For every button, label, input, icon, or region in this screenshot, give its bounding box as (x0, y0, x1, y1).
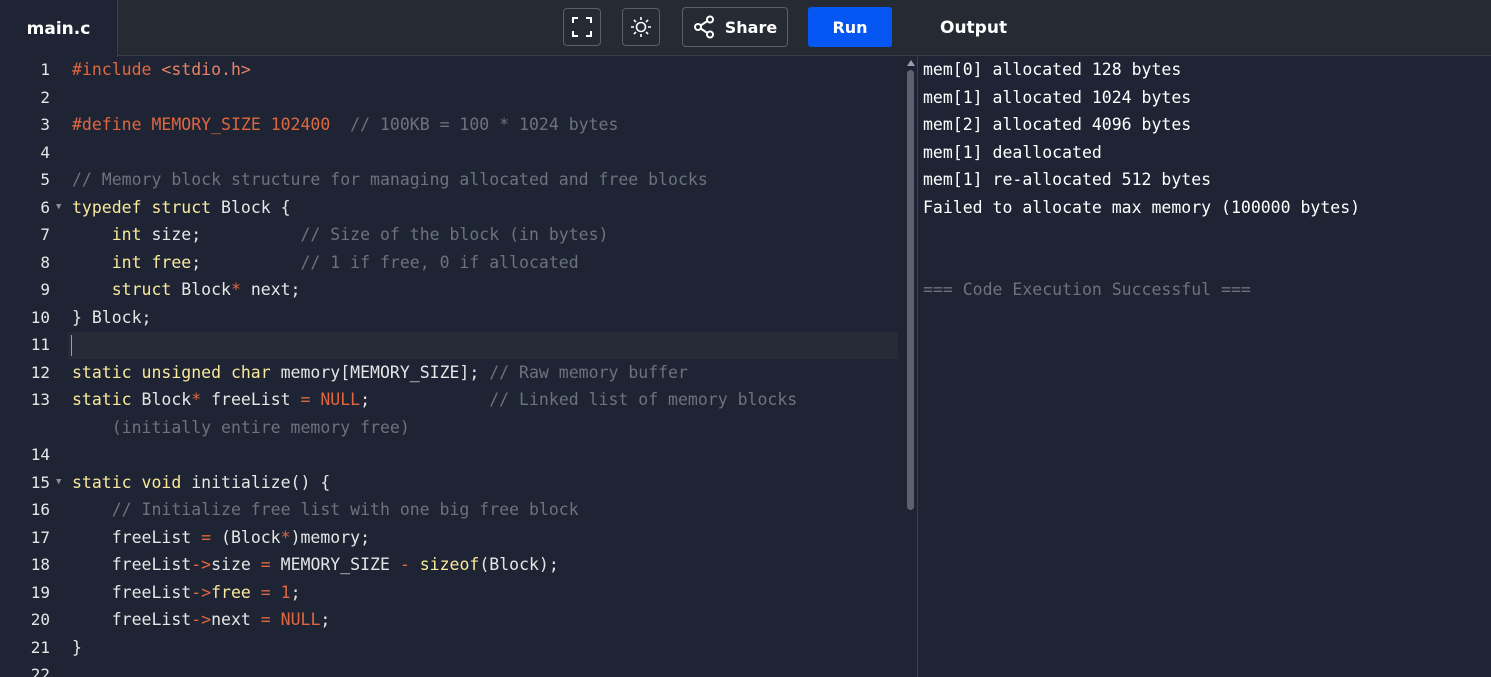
code-line: typedef struct Block { (72, 197, 291, 217)
fullscreen-button[interactable] (563, 8, 601, 46)
fold-arrow-icon[interactable]: ▼ (56, 469, 61, 496)
line-number: 2 (40, 87, 50, 107)
line-number: 15 (30, 472, 50, 492)
run-label: Run (832, 17, 868, 37)
output-line: mem[1] allocated 1024 bytes (923, 87, 1192, 107)
line-number: 10 (30, 307, 50, 327)
line-number: 7 (40, 225, 50, 244)
code-line: int free; // 1 if free, 0 if allocated (72, 252, 579, 272)
code-line: } (72, 637, 82, 657)
code-line: freeList->next = NULL; (72, 610, 331, 629)
scrollbar-thumb[interactable] (907, 70, 914, 510)
code-line: #include <stdio.h> (72, 60, 251, 79)
code-line: } Block; (72, 307, 152, 327)
file-tab-label: main.c (26, 18, 91, 39)
code-editor[interactable]: 1 2 3 4 5 6 7 8 9 10 11 12 13 14 15 16 1… (0, 56, 917, 677)
output-line: mem[0] allocated 128 bytes (923, 60, 1182, 79)
sun-icon (631, 17, 651, 37)
text-cursor (71, 335, 72, 356)
share-label: Share (724, 17, 778, 37)
top-toolbar: main.c Share Run Output (0, 0, 1491, 57)
line-number: 13 (30, 390, 50, 409)
code-line-wrap: (initially entire memory free) (72, 417, 410, 437)
execution-status: === Code Execution Successful === (923, 280, 1251, 299)
code-line: static unsigned char memory[MEMORY_SIZE]… (72, 362, 688, 382)
output-line: mem[2] allocated 4096 bytes (923, 115, 1192, 134)
panel-divider[interactable] (917, 56, 918, 677)
share-icon (693, 15, 714, 39)
line-number: 12 (30, 362, 50, 382)
output-title: Output (940, 18, 1008, 38)
line-number: 19 (30, 582, 50, 602)
code-line: static Block* freeList = NULL; // Linked… (72, 390, 798, 409)
line-number: 21 (30, 637, 50, 657)
line-number: 14 (30, 445, 50, 464)
code-line: freeList->free = 1; (72, 582, 301, 602)
line-number: 16 (30, 500, 50, 519)
code-line: static void initialize() { (72, 472, 331, 492)
code-line: int size; // Size of the block (in bytes… (72, 225, 609, 244)
line-number: 1 (40, 60, 50, 79)
line-number: 20 (30, 610, 50, 629)
run-button[interactable]: Run (808, 7, 892, 47)
file-tab-main-c[interactable]: main.c (0, 0, 118, 57)
output-line: mem[1] deallocated (923, 142, 1102, 162)
code-line: freeList->size = MEMORY_SIZE - sizeof(Bl… (72, 555, 559, 574)
share-button[interactable]: Share (682, 7, 788, 47)
line-number: 17 (30, 527, 50, 547)
line-number: 4 (40, 142, 50, 162)
line-number: 5 (40, 170, 50, 189)
fullscreen-icon (572, 17, 592, 37)
line-number: 8 (40, 252, 50, 272)
line-number: 18 (30, 555, 50, 574)
editor-scrollbar[interactable] (906, 56, 916, 677)
line-number: 6 (40, 197, 50, 217)
code-line: #define MEMORY_SIZE 102400 // 100KB = 10… (72, 115, 619, 134)
code-line: freeList = (Block*)memory; (72, 527, 371, 547)
line-number: 22 (30, 665, 50, 677)
active-line-highlight (68, 332, 898, 359)
output-line: mem[1] re-allocated 512 bytes (923, 170, 1212, 189)
fold-arrow-icon[interactable]: ▼ (56, 194, 61, 221)
line-number: 11 (30, 335, 50, 354)
code-line: // Memory block structure for managing a… (72, 170, 708, 189)
line-number: 9 (40, 280, 50, 299)
code-line: // Initialize free list with one big fre… (72, 500, 579, 519)
theme-toggle-button[interactable] (622, 8, 660, 46)
scroll-up-arrow-icon[interactable] (907, 60, 915, 66)
code-line: struct Block* next; (72, 280, 301, 299)
output-line: Failed to allocate max memory (100000 by… (923, 197, 1361, 217)
line-number: 3 (40, 115, 50, 134)
